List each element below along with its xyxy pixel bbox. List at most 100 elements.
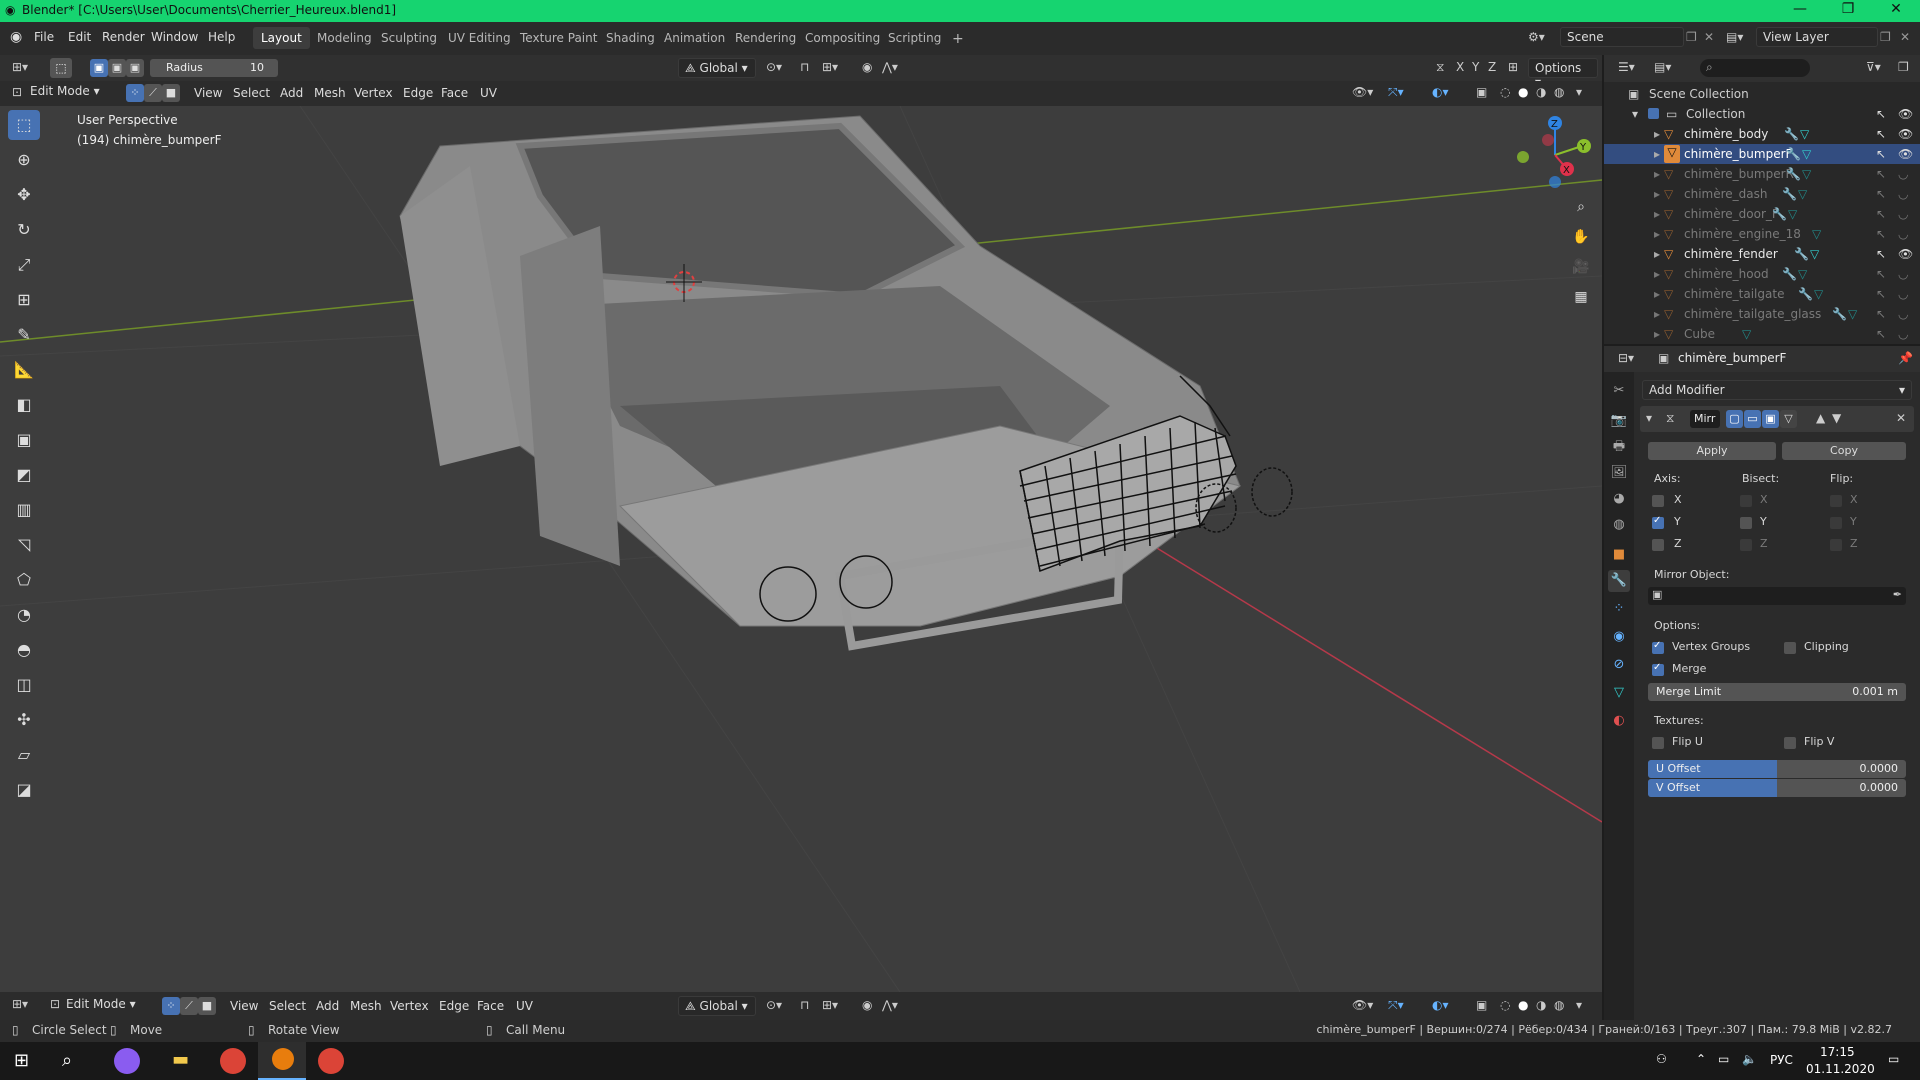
overlay-toggle-icon[interactable]: ◐▾	[1432, 85, 1449, 99]
particles-tab-icon[interactable]: ⁘	[1608, 598, 1630, 620]
extrude-tool-icon[interactable]: ◧	[8, 390, 40, 420]
eye-icon[interactable]: 👁	[1898, 247, 1913, 261]
clock-date[interactable]: 01.11.2020	[1806, 1062, 1875, 1076]
physics-tab-icon[interactable]: ◉	[1608, 626, 1630, 648]
move-down-icon[interactable]: ▼	[1832, 411, 1841, 425]
modifier-name-input[interactable]: Mirr	[1690, 410, 1720, 428]
flip-x-checkbox[interactable]	[1830, 495, 1842, 507]
collapse-arrow-icon[interactable]: ▾	[1632, 107, 1638, 121]
3d-viewport[interactable]	[0, 106, 1602, 992]
outliner-item-door[interactable]: ▸ ▽ chimère_door_F 🔧 ▽ ↖ ◡	[1604, 204, 1920, 224]
bottom-overlay-icon[interactable]: ◐▾	[1432, 998, 1449, 1012]
shading-options-icon[interactable]: ▾	[1576, 85, 1582, 99]
knife-tool-icon[interactable]: ◹	[8, 530, 40, 560]
select-mode-new-icon[interactable]: ▣	[90, 59, 108, 77]
bottom-snap-target-icon[interactable]: ⊞▾	[822, 998, 838, 1012]
blender-taskbar-button[interactable]	[258, 1042, 306, 1080]
tab-shading[interactable]: Shading	[598, 27, 663, 49]
viewport-menu-select[interactable]: Select	[233, 86, 270, 100]
merge-limit-field[interactable]: Merge Limit 0.001 m	[1648, 683, 1906, 701]
bottom-material-icon[interactable]: ◑	[1536, 998, 1546, 1012]
select-toggle-icon[interactable]: ↖	[1876, 227, 1886, 241]
editmode-cage-icon[interactable]: ▢	[1726, 410, 1743, 428]
bisect-z-checkbox[interactable]	[1740, 539, 1752, 551]
outliner-item-engine[interactable]: ▸ ▽ chimère_engine_18 ▽ ↖ ◡	[1604, 224, 1920, 244]
pin-icon[interactable]: 📌	[1898, 351, 1913, 365]
outliner-item-bumperR[interactable]: ▸ ▽ chimère_bumperR 🔧 ▽ ↖ ◡	[1604, 164, 1920, 184]
bottom-shading-options-icon[interactable]: ▾	[1576, 998, 1582, 1012]
outliner-item-fender[interactable]: ▸ ▽ chimère_fender 🔧 ▽ ↖ 👁	[1604, 244, 1920, 264]
bottom-menu-face[interactable]: Face	[477, 999, 504, 1013]
collection-checkbox[interactable]	[1648, 108, 1659, 119]
bisect-x-checkbox[interactable]	[1740, 495, 1752, 507]
gizmo-neg-y-icon[interactable]	[1517, 151, 1529, 163]
menu-file[interactable]: File	[34, 30, 54, 44]
bottom-falloff-icon[interactable]: ⋀▾	[882, 998, 898, 1012]
select-toggle-icon[interactable]: ↖	[1876, 207, 1886, 221]
eyedropper-icon[interactable]: ✒	[1893, 588, 1902, 601]
eye-closed-icon[interactable]: ◡	[1898, 227, 1908, 241]
expand-arrow-icon[interactable]: ▸	[1654, 247, 1660, 261]
pan-view-icon[interactable]: ✋	[1568, 224, 1594, 250]
blender-menu-icon[interactable]: ◉	[10, 29, 22, 45]
bottom-pivot-icon[interactable]: ⊙▾	[766, 998, 782, 1012]
spin-tool-icon[interactable]: ◔	[8, 600, 40, 630]
copy-button[interactable]: Copy	[1782, 442, 1906, 460]
viewport-menu-edge[interactable]: Edge	[403, 86, 433, 100]
restore-button[interactable]: ❐	[1828, 1, 1868, 21]
transform-orientation-dropdown[interactable]: ⟁ Global ▾	[678, 58, 756, 78]
expand-arrow-icon[interactable]: ▸	[1654, 187, 1660, 201]
material-tab-icon[interactable]: ◐	[1608, 710, 1630, 732]
bottom-menu-edge[interactable]: Edge	[439, 999, 469, 1013]
bottom-face-select-icon[interactable]: ■	[198, 997, 216, 1015]
language-indicator[interactable]: РУС	[1770, 1053, 1793, 1067]
v-offset-slider[interactable]: V Offset 0.0000	[1648, 779, 1906, 797]
tab-rendering[interactable]: Rendering	[727, 27, 804, 49]
eye-closed-icon[interactable]: ◡	[1898, 207, 1908, 221]
expand-arrow-icon[interactable]: ▸	[1654, 167, 1660, 181]
select-mode-extend-icon[interactable]: ▣	[108, 59, 126, 77]
wireframe-shading-icon[interactable]: ◌	[1500, 85, 1510, 99]
shear-tool-icon[interactable]: ▱	[8, 740, 40, 770]
select-mode-subtract-icon[interactable]: ▣	[126, 59, 144, 77]
bottom-vertex-select-icon[interactable]: ⁘	[162, 997, 180, 1015]
tab-compositing[interactable]: Compositing	[797, 27, 888, 49]
tab-animation[interactable]: Animation	[656, 27, 733, 49]
tab-scripting[interactable]: Scripting	[880, 27, 949, 49]
windows-start-icon[interactable]: ⊞	[14, 1050, 29, 1071]
outliner-editor-icon[interactable]: ☰▾	[1618, 60, 1635, 74]
close-button[interactable]: ✕	[1876, 1, 1916, 21]
face-select-icon[interactable]: ■	[162, 84, 180, 102]
eye-closed-icon[interactable]: ◡	[1898, 287, 1908, 301]
outliner-item-cube[interactable]: ▸ ▽ Cube ▽ ↖ ◡	[1604, 324, 1920, 344]
bottom-editor-type-icon[interactable]: ⊞▾	[12, 997, 28, 1011]
volume-icon[interactable]: 🔈	[1742, 1052, 1757, 1066]
gizmo-neg-z-icon[interactable]	[1549, 176, 1561, 188]
move-tool-icon[interactable]: ✥	[8, 180, 40, 210]
render-display-icon[interactable]: ▣	[1762, 410, 1779, 428]
mirror-object-field[interactable]: ▣ ✒	[1648, 587, 1906, 605]
expand-arrow-icon[interactable]: ▸	[1654, 147, 1660, 161]
people-icon[interactable]: ⚇	[1656, 1052, 1667, 1066]
clipping-checkbox[interactable]	[1784, 642, 1796, 654]
merge-checkbox[interactable]: ✓	[1652, 662, 1664, 676]
solid-shading-icon[interactable]: ●	[1518, 85, 1528, 99]
select-toggle-icon[interactable]: ↖	[1876, 187, 1886, 201]
radius-field[interactable]: Radius 10	[150, 59, 278, 77]
new-scene-icon[interactable]: ❐	[1686, 30, 1697, 44]
bottom-proportional-icon[interactable]: ◉	[862, 998, 872, 1012]
remove-view-layer-icon[interactable]: ✕	[1900, 30, 1910, 44]
bevel-tool-icon[interactable]: ◩	[8, 460, 40, 490]
new-collection-icon[interactable]: ❐	[1898, 60, 1909, 74]
inset-tool-icon[interactable]: ▣	[8, 425, 40, 455]
viewport-menu-uv[interactable]: UV	[480, 86, 497, 100]
add-workspace-button[interactable]: +	[944, 27, 972, 49]
modifier-tab-icon[interactable]: 🔧	[1608, 570, 1630, 592]
viewport-menu-mesh[interactable]: Mesh	[314, 86, 346, 100]
menu-window[interactable]: Window	[151, 30, 198, 44]
bottom-menu-view[interactable]: View	[230, 999, 258, 1013]
outliner-item-tailgate-glass[interactable]: ▸ ▽ chimère_tailgate_glass 🔧 ▽ ↖ ◡	[1604, 304, 1920, 324]
bottom-solid-icon[interactable]: ●	[1518, 998, 1528, 1012]
rotate-tool-icon[interactable]: ↻	[8, 215, 40, 245]
navigation-gizmo[interactable]: Z Y X	[1510, 110, 1600, 200]
